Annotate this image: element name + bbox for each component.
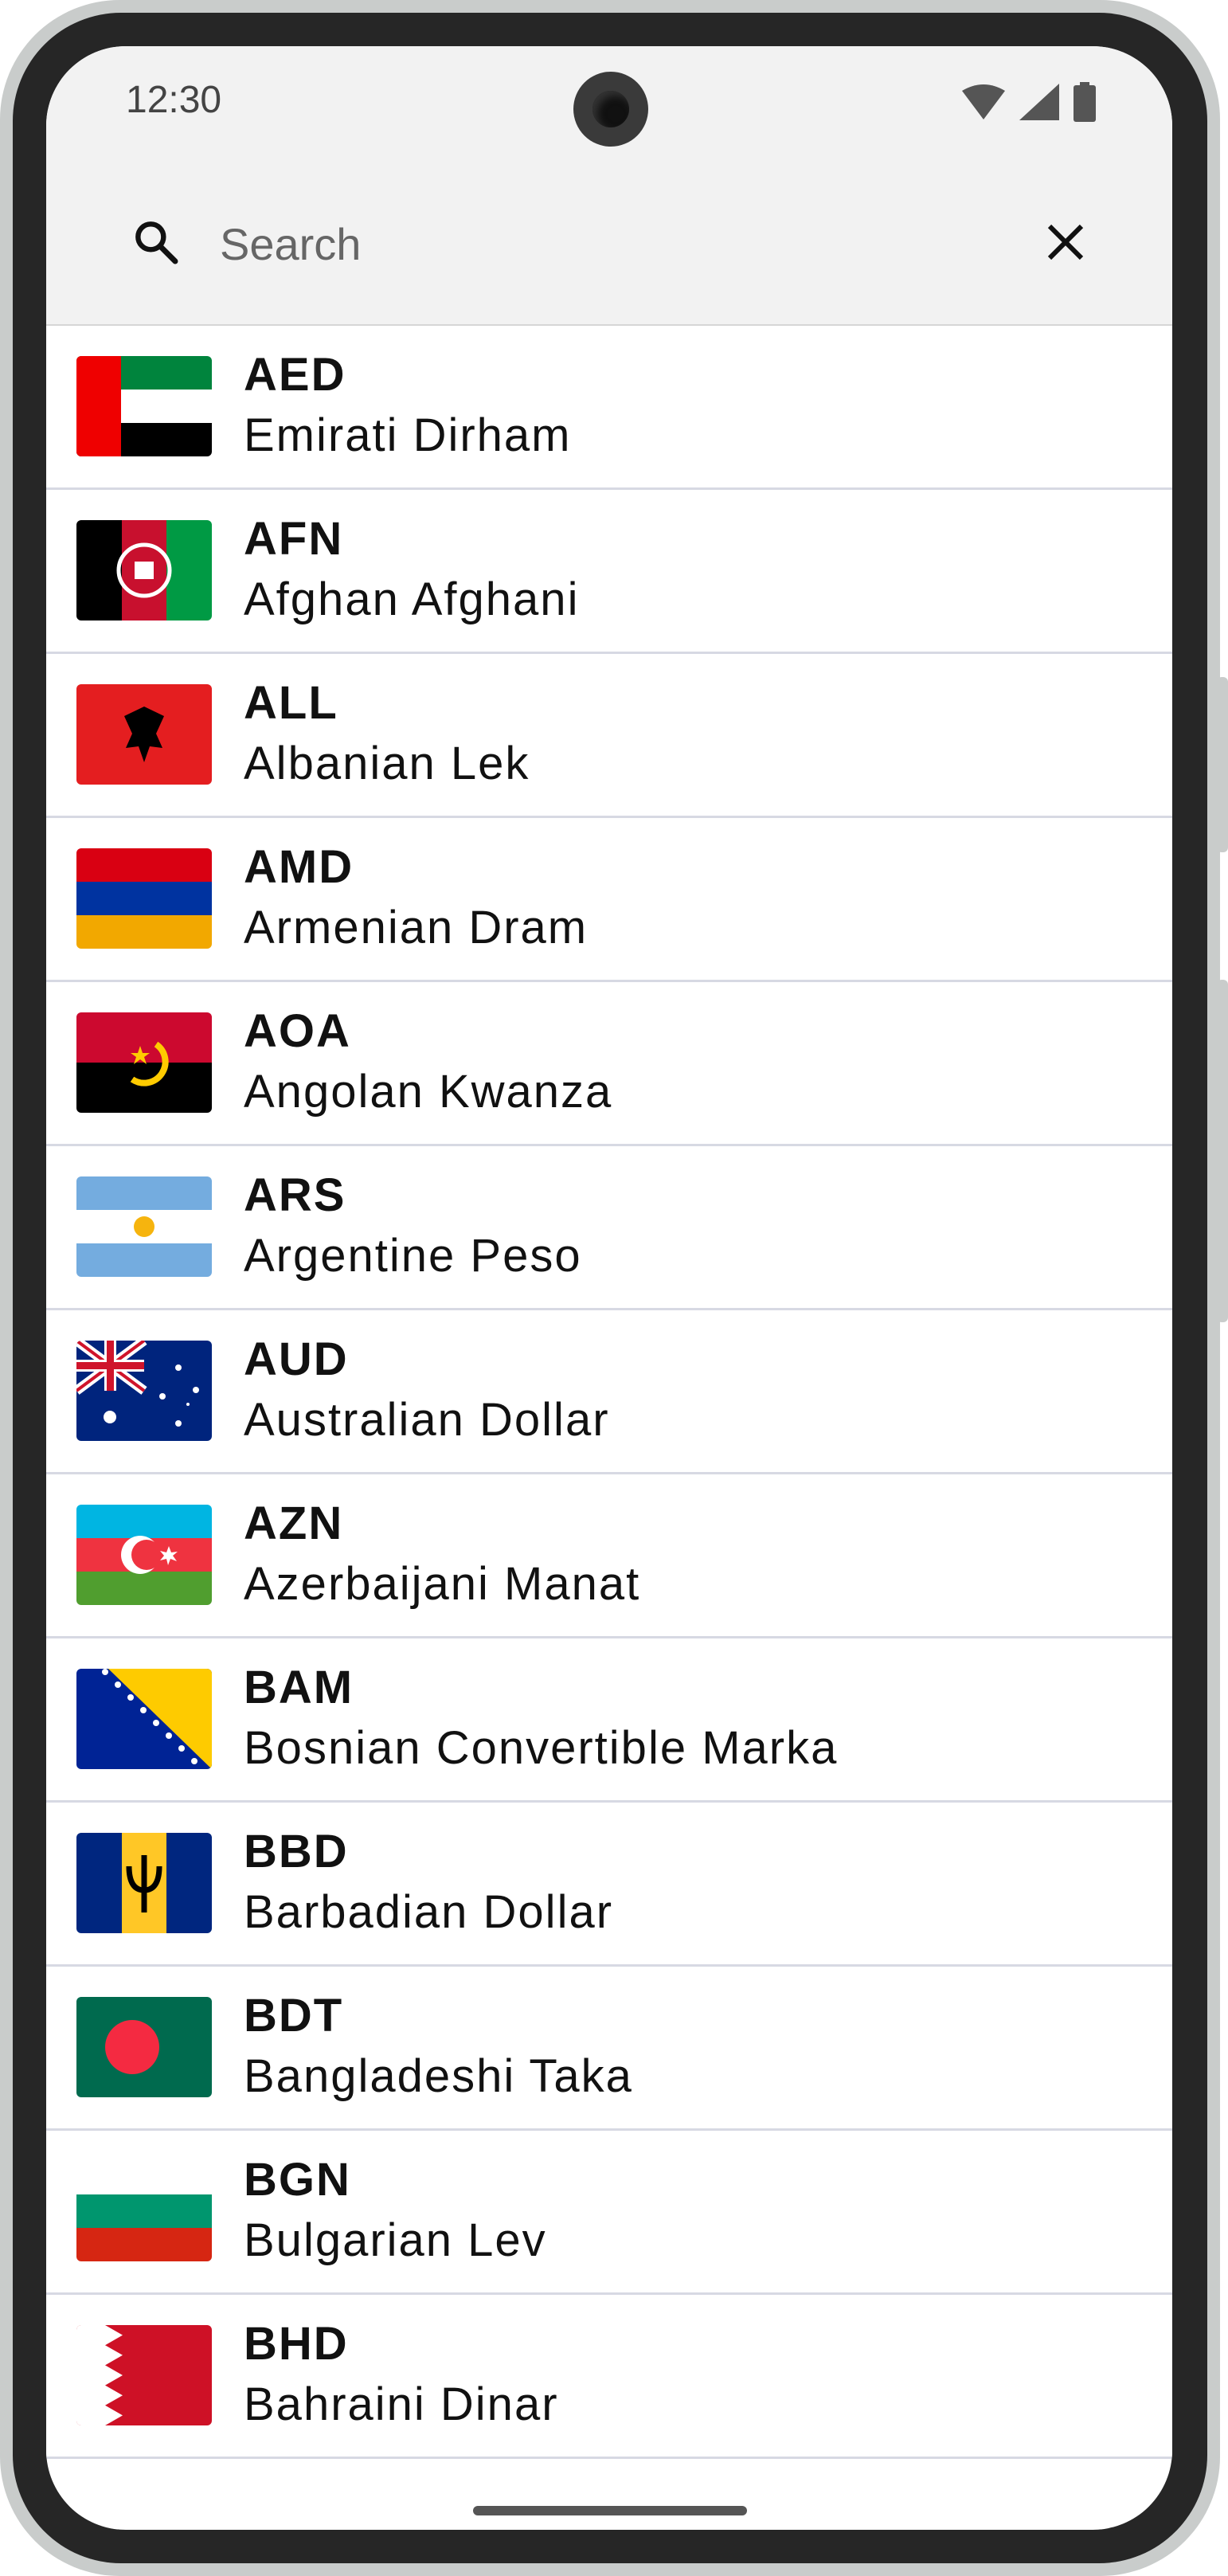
- currency-list: AED Emirati Dirham AFN Afghan Afghani AL…: [46, 326, 1172, 2459]
- currency-row-azn[interactable]: AZN Azerbaijani Manat: [46, 1474, 1172, 1638]
- currency-name: Bosnian Convertible Marka: [244, 1722, 839, 1774]
- currency-name: Australian Dollar: [244, 1394, 610, 1446]
- battery-icon: [1074, 82, 1096, 122]
- bangladesh-flag-icon: [76, 1997, 212, 2097]
- currency-code: ARS: [244, 1169, 346, 1221]
- bosnia-flag-icon: [76, 1669, 212, 1769]
- search-header: 12:30: [46, 46, 1172, 326]
- afghanistan-flag-icon: [76, 520, 212, 621]
- home-indicator[interactable]: [473, 2506, 747, 2515]
- currency-row-afn[interactable]: AFN Afghan Afghani: [46, 490, 1172, 654]
- volume-button: [1217, 980, 1228, 1322]
- currency-name: Barbadian Dollar: [244, 1886, 614, 1938]
- currency-name: Angolan Kwanza: [244, 1066, 613, 1118]
- currency-row-aoa[interactable]: AOA Angolan Kwanza: [46, 982, 1172, 1146]
- currency-code: BAM: [244, 1662, 354, 1713]
- currency-name: Bulgarian Lev: [244, 2214, 547, 2266]
- armenia-flag-icon: [76, 848, 212, 949]
- currency-name: Armenian Dram: [244, 902, 589, 953]
- status-time: 12:30: [126, 79, 222, 121]
- search-icon[interactable]: [131, 217, 182, 268]
- power-button: [1217, 677, 1228, 852]
- currency-code: AED: [244, 349, 346, 401]
- currency-name: Bahraini Dinar: [244, 2378, 559, 2430]
- screen: 12:30 AED Emirati Dirham: [46, 46, 1172, 2530]
- azerbaijan-flag-icon: [76, 1505, 212, 1605]
- currency-name: Argentine Peso: [244, 1230, 582, 1282]
- argentina-flag-icon: [76, 1176, 212, 1277]
- status-icons: [962, 80, 1096, 124]
- currency-code: BBD: [244, 1826, 349, 1877]
- barbados-flag-icon: [76, 1833, 212, 1933]
- currency-code: BGN: [244, 2154, 351, 2206]
- albania-flag-icon: [76, 684, 212, 785]
- currency-row-aud[interactable]: AUD Australian Dollar: [46, 1310, 1172, 1474]
- currency-row-aed[interactable]: AED Emirati Dirham: [46, 326, 1172, 490]
- australia-flag-icon: [76, 1341, 212, 1441]
- currency-row-all[interactable]: ALL Albanian Lek: [46, 654, 1172, 818]
- currency-code: AUD: [244, 1333, 349, 1385]
- currency-code: AOA: [244, 1005, 351, 1057]
- currency-row-bhd[interactable]: BHD Bahraini Dinar: [46, 2295, 1172, 2459]
- currency-row-bgn[interactable]: BGN Bulgarian Lev: [46, 2131, 1172, 2295]
- currency-row-ars[interactable]: ARS Argentine Peso: [46, 1146, 1172, 1310]
- currency-name: Azerbaijani Manat: [244, 1558, 641, 1610]
- currency-row-bbd[interactable]: BBD Barbadian Dollar: [46, 1803, 1172, 1967]
- currency-name: Afghan Afghani: [244, 574, 580, 625]
- front-camera: [573, 72, 648, 147]
- angola-flag-icon: [76, 1012, 212, 1113]
- uae-flag-icon: [76, 356, 212, 456]
- bulgaria-flag-icon: [76, 2161, 212, 2261]
- currency-row-bdt[interactable]: BDT Bangladeshi Taka: [46, 1967, 1172, 2131]
- currency-row-amd[interactable]: AMD Armenian Dram: [46, 818, 1172, 982]
- close-icon[interactable]: [1042, 218, 1089, 266]
- currency-code: AFN: [244, 513, 344, 565]
- currency-name: Bangladeshi Taka: [244, 2050, 633, 2102]
- currency-name: Emirati Dirham: [244, 409, 572, 461]
- currency-name: Albanian Lek: [244, 738, 530, 789]
- currency-row-bam[interactable]: BAM Bosnian Convertible Marka: [46, 1638, 1172, 1803]
- wifi-icon: [962, 84, 1005, 119]
- signal-icon: [1019, 84, 1059, 120]
- search-input[interactable]: [218, 206, 1018, 282]
- currency-code: BDT: [244, 1990, 344, 2042]
- currency-code: ALL: [244, 677, 338, 729]
- currency-code: BHD: [244, 2318, 349, 2370]
- bahrain-flag-icon: [76, 2325, 212, 2425]
- currency-code: AZN: [244, 1497, 344, 1549]
- currency-code: AMD: [244, 841, 354, 893]
